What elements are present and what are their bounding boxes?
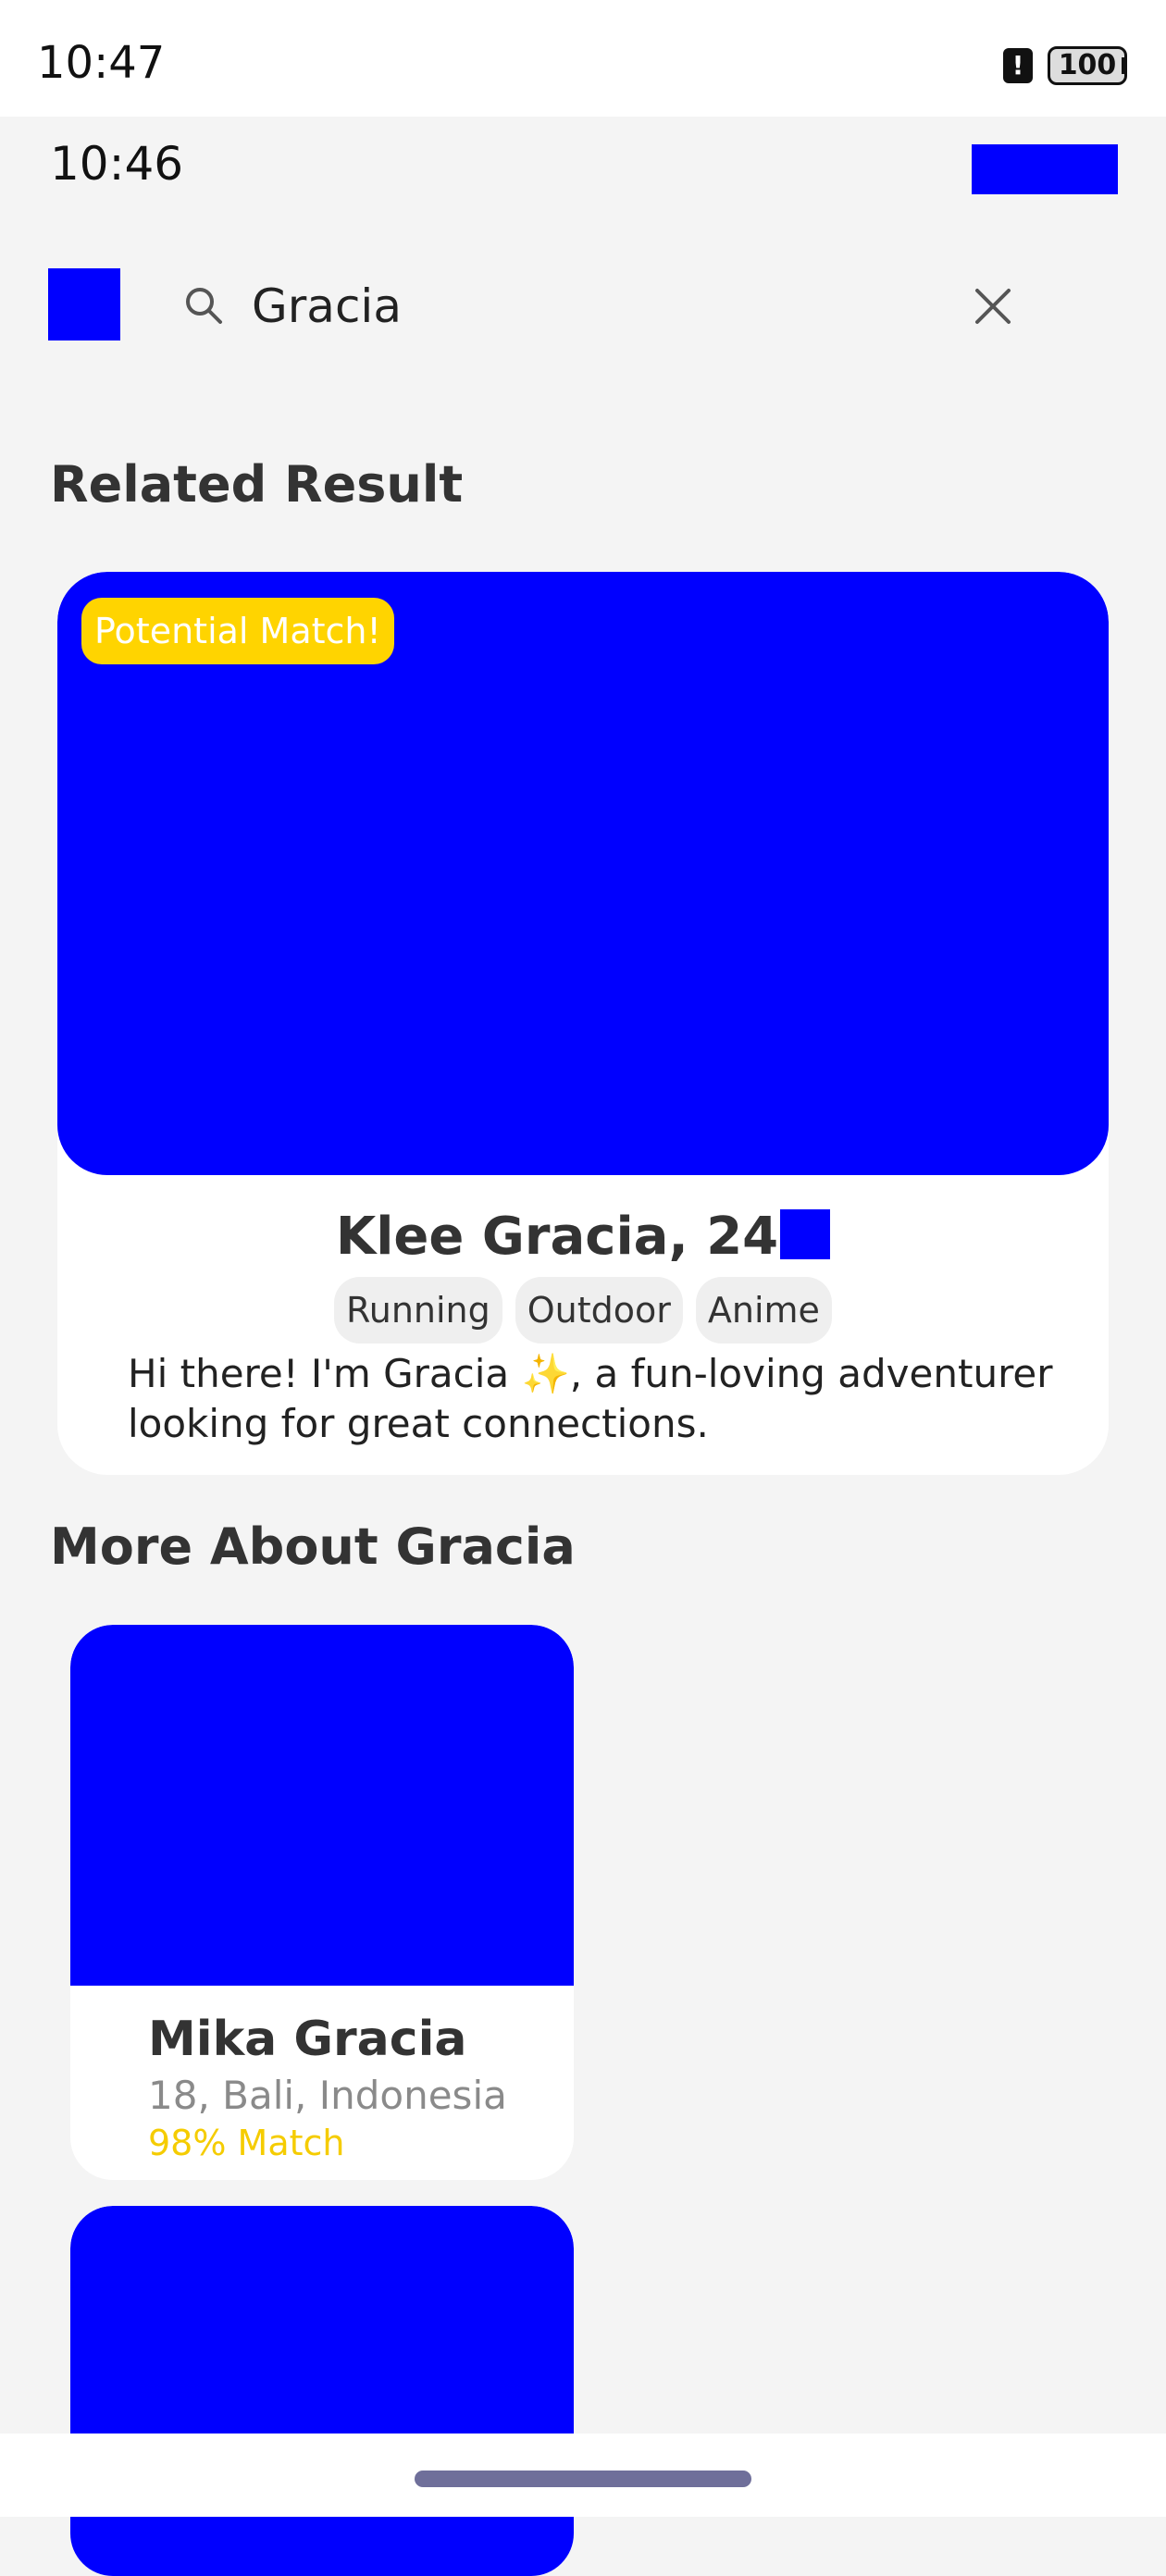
back-button[interactable] <box>48 268 120 341</box>
tag-running: Running <box>334 1277 502 1344</box>
app-time: 10:46 <box>50 137 184 191</box>
related-result-title: Related Result <box>50 455 464 514</box>
header-action-button[interactable] <box>972 144 1118 194</box>
interest-tags: Running Outdoor Anime <box>57 1277 1109 1344</box>
verified-icon <box>780 1209 831 1259</box>
status-time: 10:47 <box>37 37 166 89</box>
result-card[interactable]: Mika Gracia 18, Bali, Indonesia 98% Matc… <box>70 1625 574 2180</box>
result-name: Mika Gracia <box>148 2012 467 2067</box>
battery-tip <box>1122 57 1127 74</box>
more-about-title: More About Gracia <box>50 1517 576 1576</box>
profile-name: Klee Gracia, 24 <box>335 1207 779 1267</box>
search-icon <box>186 288 222 324</box>
result-photo <box>70 1625 574 1986</box>
potential-match-badge: Potential Match! <box>81 598 394 664</box>
alert-icon: ! <box>1003 48 1033 83</box>
profile-name-row: Klee Gracia, 24 <box>57 1207 1109 1267</box>
result-card[interactable] <box>70 2206 574 2576</box>
search-input[interactable] <box>252 274 937 339</box>
tag-outdoor: Outdoor <box>515 1277 683 1344</box>
profile-bio: Hi there! I'm Gracia ✨, a fun-loving adv… <box>128 1351 1053 1446</box>
result-photo <box>70 2206 574 2576</box>
result-match: 98% Match <box>148 2123 345 2163</box>
battery-icon: 100 <box>1048 46 1127 85</box>
featured-profile-card[interactable]: Potential Match! Klee Gracia, 24 Running… <box>57 572 1109 1475</box>
tag-anime: Anime <box>695 1277 832 1344</box>
close-icon[interactable] <box>974 287 1012 326</box>
home-indicator[interactable] <box>415 2471 751 2487</box>
result-location: 18, Bali, Indonesia <box>148 2073 507 2118</box>
status-bar: 10:47 ! 100 <box>0 0 1166 117</box>
